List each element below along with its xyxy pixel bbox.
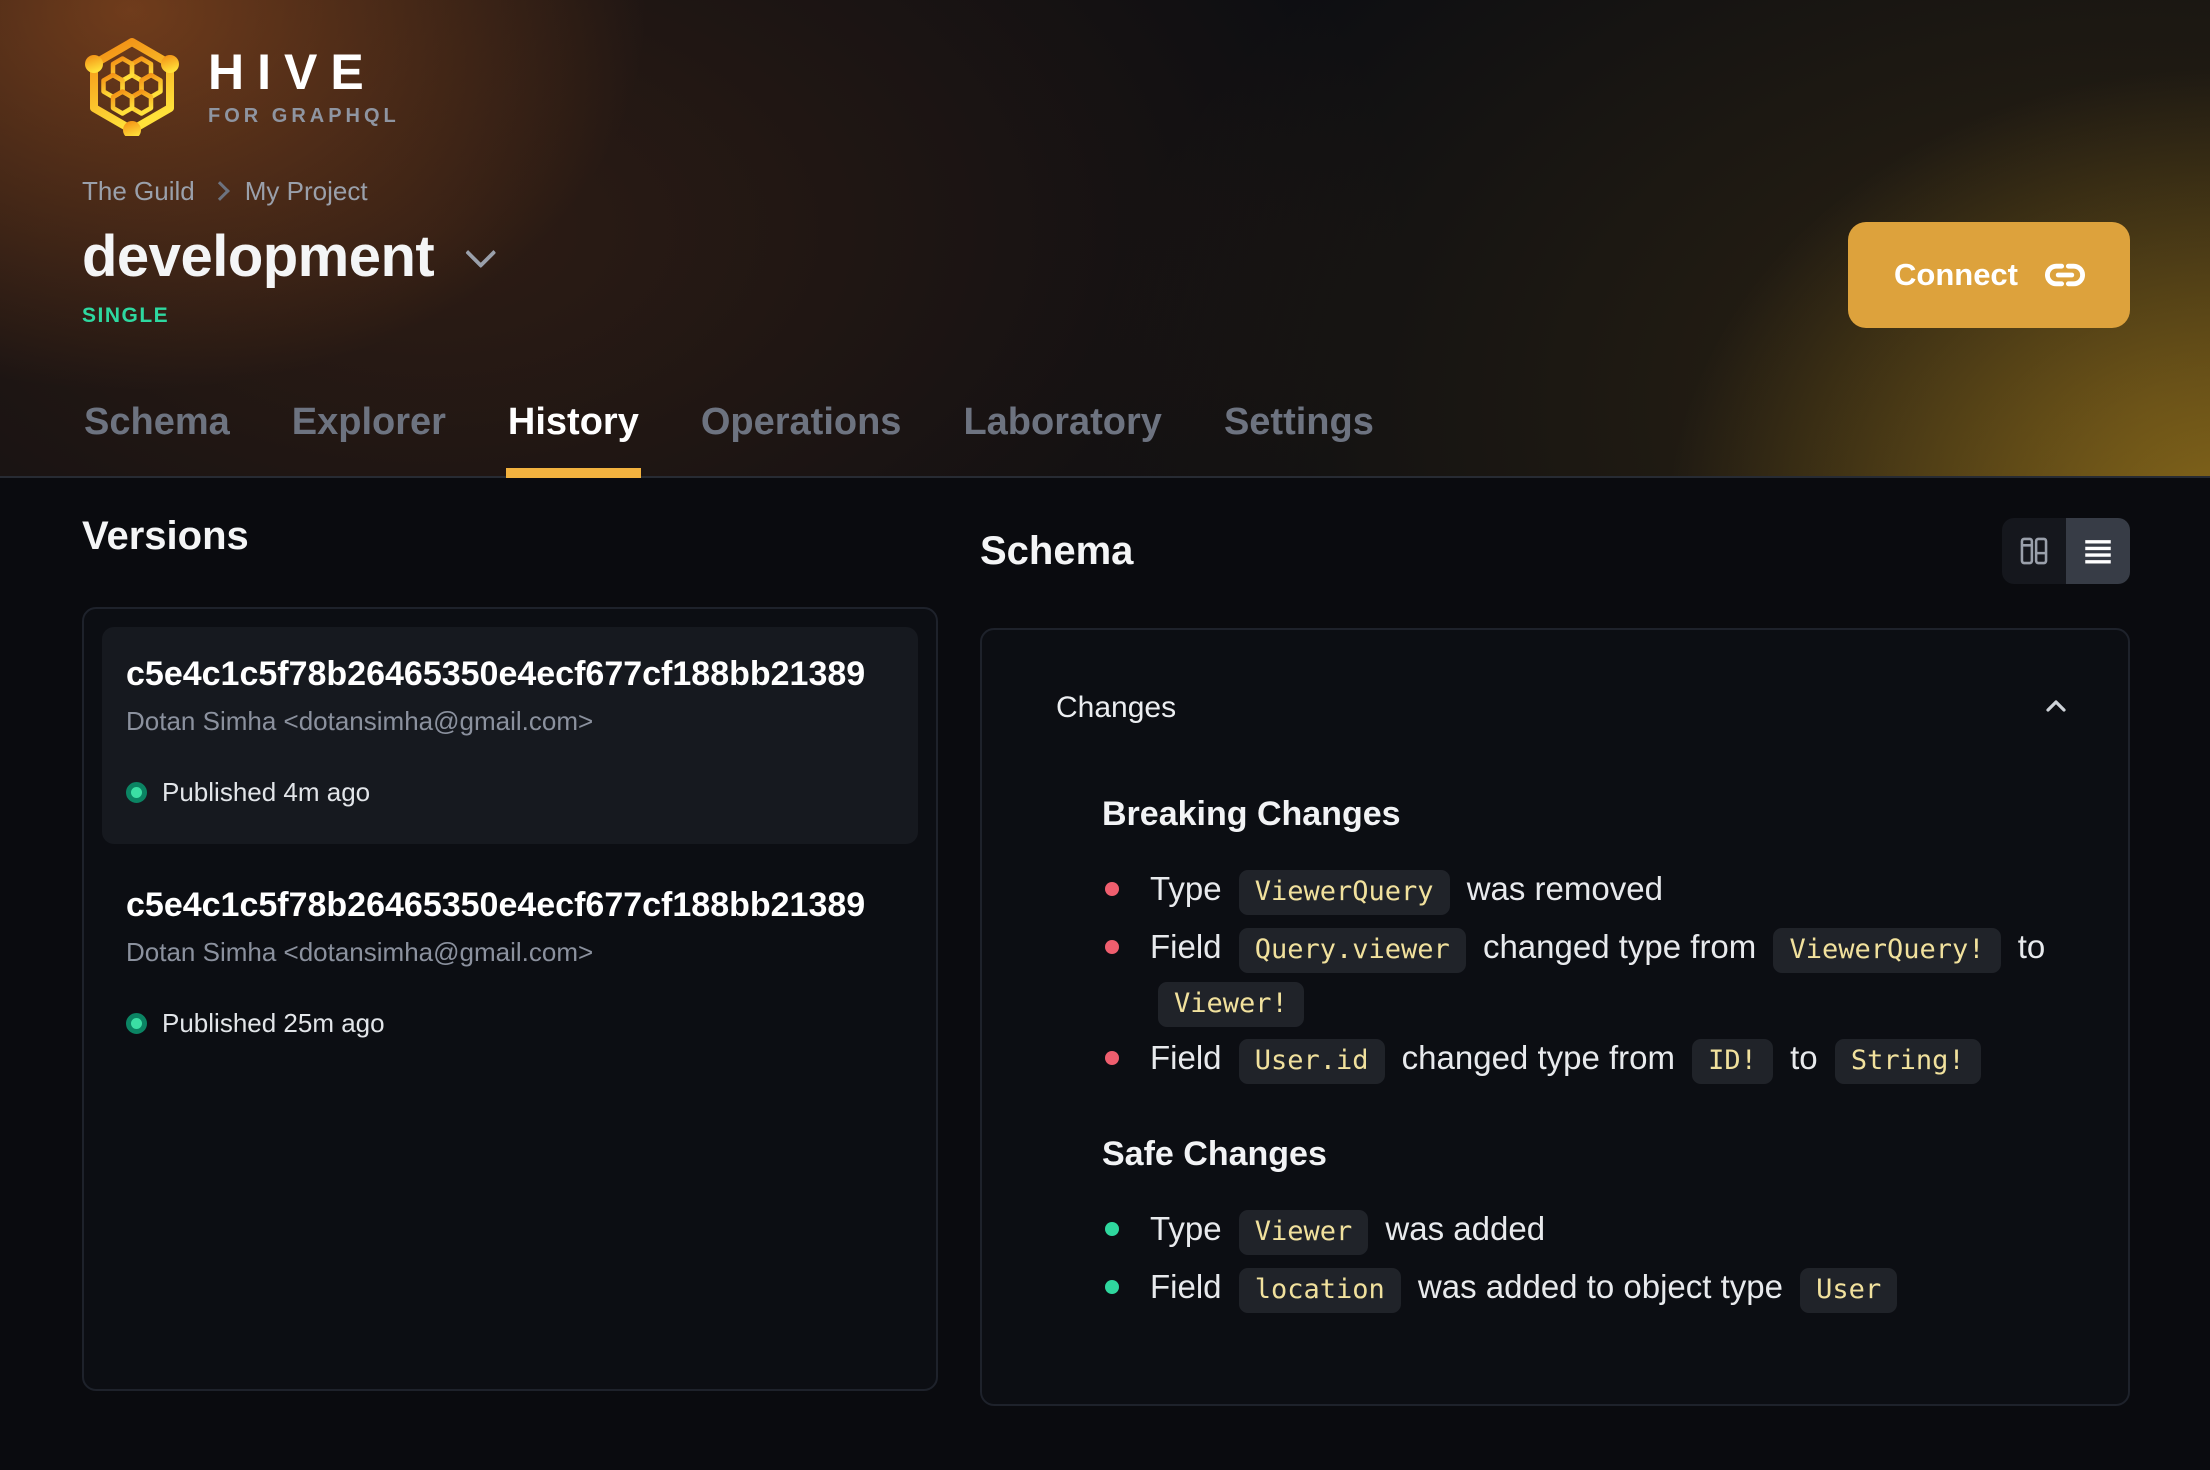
change-group-title-breaking: Breaking Changes <box>1102 795 1401 833</box>
version-card[interactable]: c5e4c1c5f78b26465350e4ecf677cf188bb21389… <box>102 627 918 844</box>
tab-operations[interactable]: Operations <box>699 401 904 478</box>
version-status: Published 4m ago <box>126 777 894 808</box>
version-status-text: Published 4m ago <box>162 777 371 807</box>
versions-list: c5e4c1c5f78b26465350e4ecf677cf188bb21389… <box>102 627 918 1075</box>
code-chip: Viewer <box>1238 1210 1369 1256</box>
versions-title: Versions <box>82 514 249 558</box>
version-author: Dotan Simha <dotansimha@gmail.com> <box>126 937 594 967</box>
change-item: Type Viewer was added <box>1102 1202 2062 1256</box>
link-icon <box>2044 263 2086 287</box>
change-item: Field Query.viewer changed type from Vie… <box>1102 920 2062 1028</box>
collapse-changes-button[interactable] <box>2036 686 2076 729</box>
safe-change-list: Type Viewer was added Field location was … <box>1102 1202 2076 1314</box>
change-item: Field User.id changed type from ID! to S… <box>1102 1031 2062 1085</box>
list-view-button[interactable] <box>2066 518 2130 584</box>
chevron-down-icon[interactable] <box>465 236 497 268</box>
page-title: development <box>82 224 435 289</box>
version-hash: c5e4c1c5f78b26465350e4ecf677cf188bb21389 <box>126 655 866 693</box>
version-status: Published 25m ago <box>126 1008 894 1039</box>
schema-title: Schema <box>980 528 1134 573</box>
code-chip: ViewerQuery <box>1238 870 1450 915</box>
published-dot-icon <box>126 1013 147 1034</box>
changes-label: Changes <box>1056 690 1177 724</box>
chevron-right-icon <box>209 180 230 201</box>
tab-schema[interactable]: Schema <box>82 401 232 478</box>
breadcrumb-item-my-project[interactable]: My Project <box>245 176 368 207</box>
version-hash: c5e4c1c5f78b26465350e4ecf677cf188bb21389 <box>126 886 866 924</box>
schema-section: Schema Changes Breaking Changes Type Vie… <box>980 478 2130 1406</box>
tab-history[interactable]: History <box>505 401 641 478</box>
code-chip: String! <box>1834 1039 1981 1085</box>
brand-name: HIVE <box>208 43 377 100</box>
breadcrumb: The Guild My Project <box>82 176 2130 207</box>
code-chip: Viewer! <box>1158 981 1304 1027</box>
brand-wordmark: HIVE FOR GRAPHQL <box>208 47 400 126</box>
code-chip: location <box>1238 1267 1401 1313</box>
versions-section: Versions c5e4c1c5f78b26465350e4ecf677cf1… <box>82 478 938 1406</box>
code-chip: User <box>1800 1267 1898 1313</box>
code-chip: ID! <box>1692 1039 1773 1085</box>
code-chip: User.id <box>1238 1039 1385 1085</box>
change-item: Field location was added to object type … <box>1102 1260 2062 1314</box>
tab-explorer[interactable]: Explorer <box>290 401 448 478</box>
breaking-change-list: Type ViewerQuery was removed Field Query.… <box>1102 862 2076 1085</box>
header: HIVE FOR GRAPHQL The Guild My Project dev… <box>0 0 2210 478</box>
breadcrumb-item-the-guild[interactable]: The Guild <box>82 176 195 207</box>
version-card[interactable]: c5e4c1c5f78b26465350e4ecf677cf188bb21389… <box>102 858 918 1075</box>
published-dot-icon <box>126 782 147 803</box>
view-toggle <box>2002 518 2130 584</box>
versions-panel: c5e4c1c5f78b26465350e4ecf677cf188bb21389… <box>82 607 938 1391</box>
main-content: Versions c5e4c1c5f78b26465350e4ecf677cf1… <box>0 478 2210 1406</box>
change-item: Type ViewerQuery was removed <box>1102 862 2062 916</box>
code-chip: Query.viewer <box>1238 927 1466 973</box>
connect-button[interactable]: Connect <box>1848 222 2130 328</box>
changes-body: Breaking Changes Type ViewerQuery was rem… <box>1102 795 2076 1314</box>
list-view-icon <box>2085 540 2111 564</box>
tab-bar: Schema Explorer History Operations Laborator… <box>82 401 1376 478</box>
version-status-text: Published 25m ago <box>162 1008 385 1038</box>
chevron-up-icon <box>2046 700 2066 712</box>
status-badge: SINGLE <box>82 304 170 327</box>
columns-view-icon <box>2020 537 2048 565</box>
connect-button-label: Connect <box>1894 257 2018 292</box>
brand-tagline: FOR GRAPHQL <box>208 104 400 127</box>
hive-logo-icon <box>85 38 179 136</box>
version-author: Dotan Simha <dotansimha@gmail.com> <box>126 706 594 736</box>
change-group-title-safe: Safe Changes <box>1102 1135 1327 1174</box>
tab-laboratory[interactable]: Laboratory <box>961 401 1163 478</box>
code-chip: ViewerQuery! <box>1773 927 2001 973</box>
columns-view-button[interactable] <box>2002 518 2066 584</box>
changes-panel: Changes Breaking Changes Type ViewerQuery… <box>980 628 2130 1406</box>
brand[interactable]: HIVE FOR GRAPHQL <box>82 36 2130 136</box>
tab-settings[interactable]: Settings <box>1222 401 1376 478</box>
